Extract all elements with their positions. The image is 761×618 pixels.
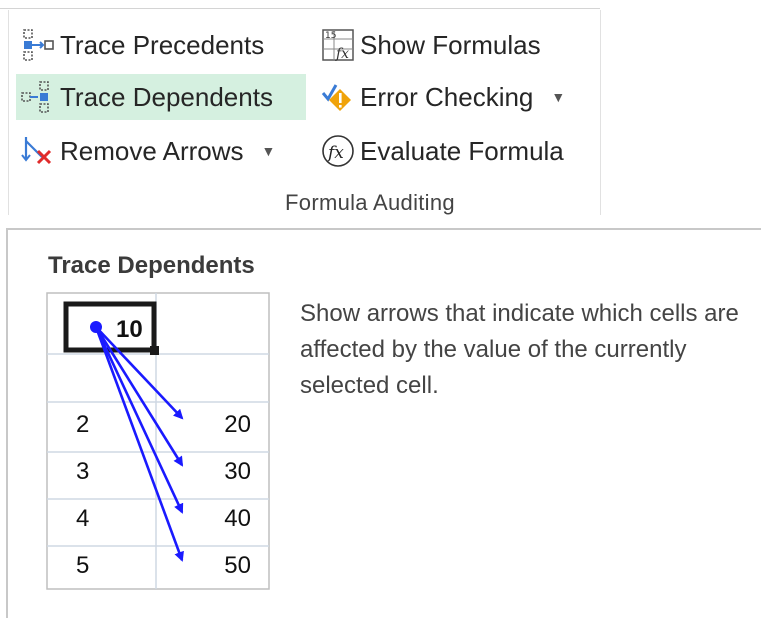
trace-dependents-illustration: 10 2 20 3 30 4 40 5 50 bbox=[46, 292, 270, 590]
trace-precedents-label: Trace Precedents bbox=[60, 29, 265, 60]
error-checking-icon bbox=[321, 84, 351, 111]
cell-left-value: 4 bbox=[76, 505, 89, 532]
svg-text:fx: fx bbox=[335, 46, 349, 62]
svg-text:fx: fx bbox=[326, 143, 344, 163]
error-checking-dropdown-icon[interactable]: ▼ bbox=[551, 89, 565, 105]
cell-right-value: 20 bbox=[224, 411, 251, 438]
evaluate-formula-label: Evaluate Formula bbox=[360, 135, 564, 166]
evaluate-formula-button[interactable]: fx Evaluate Formula bbox=[316, 128, 574, 174]
arrow-origin-dot bbox=[90, 321, 102, 333]
trace-dependents-button[interactable]: Trace Dependents bbox=[16, 74, 306, 120]
group-separator bbox=[8, 10, 9, 215]
trace-dependents-icon bbox=[21, 81, 49, 113]
evaluate-formula-icon: fx bbox=[322, 135, 354, 167]
trace-dependents-label: Trace Dependents bbox=[60, 81, 273, 112]
svg-text:15: 15 bbox=[325, 31, 336, 41]
fill-handle bbox=[150, 346, 159, 355]
selected-cell-value: 10 bbox=[116, 316, 143, 343]
error-checking-button[interactable]: Error Checking ▼ bbox=[316, 74, 575, 120]
sheet-frame bbox=[46, 292, 270, 590]
tooltip-panel: Trace Dependents 10 2 20 3 30 4 40 5 50 bbox=[6, 228, 761, 618]
cell-left-value: 3 bbox=[76, 458, 89, 485]
trace-precedents-icon bbox=[23, 29, 54, 61]
ribbon-divider bbox=[0, 8, 600, 9]
tooltip-title: Trace Dependents bbox=[48, 252, 255, 279]
cell-right-value: 30 bbox=[224, 458, 251, 485]
cell-right-value: 50 bbox=[224, 552, 251, 579]
remove-arrows-icon bbox=[21, 137, 52, 165]
remove-arrows-dropdown-icon[interactable]: ▼ bbox=[262, 143, 276, 159]
cell-right-value: 40 bbox=[224, 505, 251, 532]
tooltip-description: Show arrows that indicate which cells ar… bbox=[300, 300, 739, 399]
show-formulas-button[interactable]: 15 fx Show Formulas bbox=[316, 22, 551, 68]
show-formulas-icon: 15 fx bbox=[322, 29, 354, 62]
remove-arrows-button[interactable]: Remove Arrows ▼ bbox=[16, 128, 285, 174]
trace-precedents-button[interactable]: Trace Precedents bbox=[16, 22, 274, 68]
cell-left-value: 5 bbox=[76, 552, 89, 579]
group-separator bbox=[600, 10, 601, 215]
error-checking-label: Error Checking bbox=[360, 81, 534, 112]
remove-arrows-label: Remove Arrows bbox=[60, 135, 244, 166]
formula-auditing-group: Trace Precedents Trace Dependents Remove… bbox=[0, 0, 761, 228]
cell-left-value: 2 bbox=[76, 411, 89, 438]
group-label: Formula Auditing bbox=[285, 190, 455, 215]
show-formulas-label: Show Formulas bbox=[360, 29, 541, 60]
